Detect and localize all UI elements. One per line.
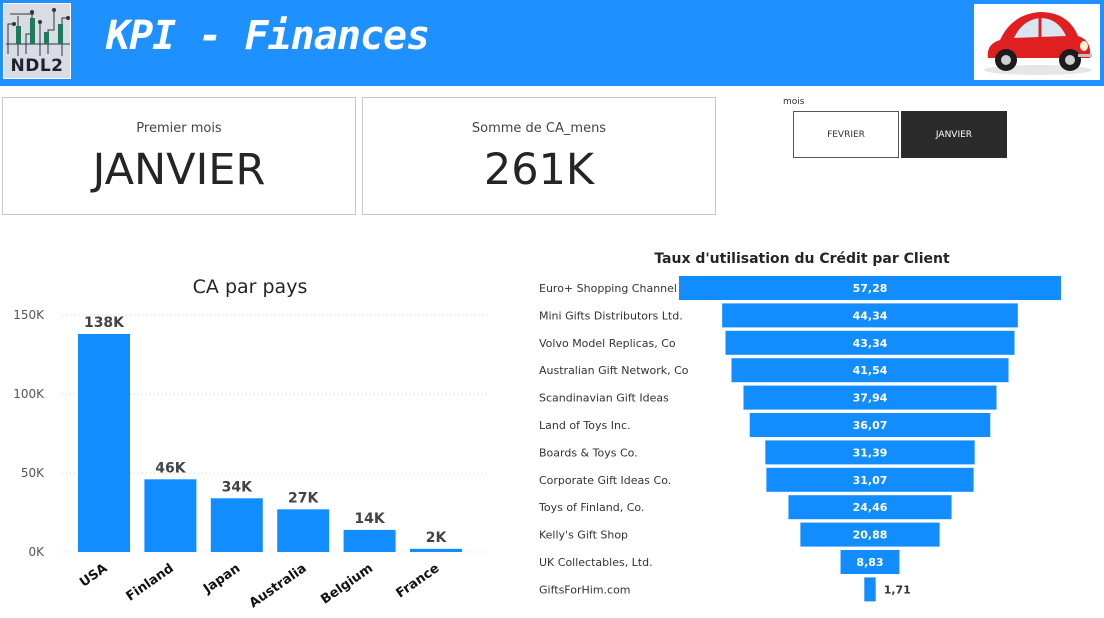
x-tick-label: Belgium bbox=[318, 561, 376, 608]
bar-australia[interactable] bbox=[277, 509, 330, 552]
red-beetle-car-icon bbox=[974, 4, 1100, 80]
bar-japan[interactable] bbox=[210, 498, 263, 552]
funnel-category-label: GiftsForHim.com bbox=[539, 583, 631, 596]
kpi-value: 261K bbox=[483, 145, 595, 195]
funnel-data-label: 44,34 bbox=[853, 309, 888, 322]
x-tick-label: Finland bbox=[124, 561, 177, 604]
kpi-value: JANVIER bbox=[92, 145, 266, 195]
funnel-data-label: 31,07 bbox=[853, 474, 888, 487]
x-tick-label: France bbox=[394, 561, 443, 602]
bar-usa[interactable] bbox=[78, 333, 130, 552]
funnel-data-label: 24,46 bbox=[853, 501, 888, 514]
y-tick-label: 100K bbox=[13, 387, 45, 401]
kpi-card-premier-mois: Premier mois JANVIER bbox=[2, 97, 356, 215]
car-image bbox=[972, 2, 1102, 82]
slicer-option-janvier[interactable]: JANVIER bbox=[901, 111, 1007, 158]
funnel-category-label: Land of Toys Inc. bbox=[539, 419, 631, 432]
kpi-label: Premier mois bbox=[136, 121, 222, 136]
kpi-label: Somme de CA_mens bbox=[471, 121, 607, 136]
y-tick-label: 0K bbox=[28, 545, 45, 559]
funnel-chart-credit: Euro+ Shopping Channel 57,28 Mini Gifts Di… bbox=[538, 276, 1061, 602]
funnel-data-label: 8,83 bbox=[856, 556, 883, 569]
funnel-category-label: UK Collectables, Ltd. bbox=[539, 556, 653, 569]
x-tick-label: Australia bbox=[247, 561, 310, 611]
funnel-chart-title: Taux d'utilisation du Crédit par Client bbox=[654, 251, 950, 267]
bar-finland[interactable] bbox=[144, 479, 197, 552]
y-tick-label: 150K bbox=[13, 308, 45, 322]
funnel-data-label: 37,94 bbox=[853, 392, 888, 405]
funnel-category-label: Euro+ Shopping Channel bbox=[539, 282, 677, 295]
funnel-bar[interactable] bbox=[864, 577, 876, 602]
bar-data-label: 34K bbox=[222, 479, 253, 495]
bar-chart-ca-par-pays: 0K 50K 100K 150K 138K USA 46K Finland 34K Japan 27… bbox=[13, 308, 488, 611]
bar-france[interactable] bbox=[410, 548, 462, 552]
circuit-graphic-icon bbox=[4, 4, 70, 60]
kpi-card-somme-ca: Somme de CA_mens 261K bbox=[362, 97, 716, 215]
bar-data-label: 14K bbox=[354, 511, 385, 527]
funnel-category-label: Scandinavian Gift Ideas bbox=[539, 392, 669, 405]
funnel-data-label: 31,39 bbox=[853, 446, 888, 459]
funnel-data-label: 43,34 bbox=[853, 337, 888, 350]
bar-data-label: 46K bbox=[155, 460, 186, 476]
funnel-category-label: Volvo Model Replicas, Co bbox=[539, 337, 676, 350]
y-tick-label: 50K bbox=[21, 466, 45, 480]
funnel-data-label: 20,88 bbox=[853, 529, 888, 542]
funnel-category-label: Australian Gift Network, Co bbox=[539, 364, 689, 377]
funnel-data-label: 1,71 bbox=[884, 583, 911, 596]
x-tick-label: USA bbox=[77, 561, 110, 590]
bar-belgium[interactable] bbox=[343, 529, 396, 552]
bar-data-label: 138K bbox=[84, 315, 125, 331]
header-banner: NDL2 KPI - Finances bbox=[0, 0, 1104, 86]
funnel-data-label: 57,28 bbox=[853, 282, 888, 295]
logo-text: NDL2 bbox=[10, 56, 64, 76]
ndl2-logo: NDL2 bbox=[3, 3, 71, 79]
funnel-category-label: Kelly's Gift Shop bbox=[539, 529, 628, 542]
slicer-option-fevrier[interactable]: FEVRIER bbox=[793, 111, 899, 158]
funnel-category-label: Corporate Gift Ideas Co. bbox=[539, 474, 671, 487]
funnel-category-label: Boards & Toys Co. bbox=[539, 446, 638, 459]
page-title: KPI - Finances bbox=[106, 13, 430, 59]
funnel-data-label: 36,07 bbox=[853, 419, 888, 432]
funnel-data-label: 41,54 bbox=[853, 364, 888, 377]
bar-chart-title: CA par pays bbox=[192, 276, 308, 298]
slicer-label: mois bbox=[783, 97, 805, 107]
bar-data-label: 2K bbox=[426, 530, 448, 546]
funnel-category-label: Mini Gifts Distributors Ltd. bbox=[539, 309, 683, 322]
funnel-category-label: Toys of Finland, Co. bbox=[538, 501, 644, 514]
bar-data-label: 27K bbox=[288, 490, 319, 506]
x-tick-label: Japan bbox=[200, 561, 243, 597]
